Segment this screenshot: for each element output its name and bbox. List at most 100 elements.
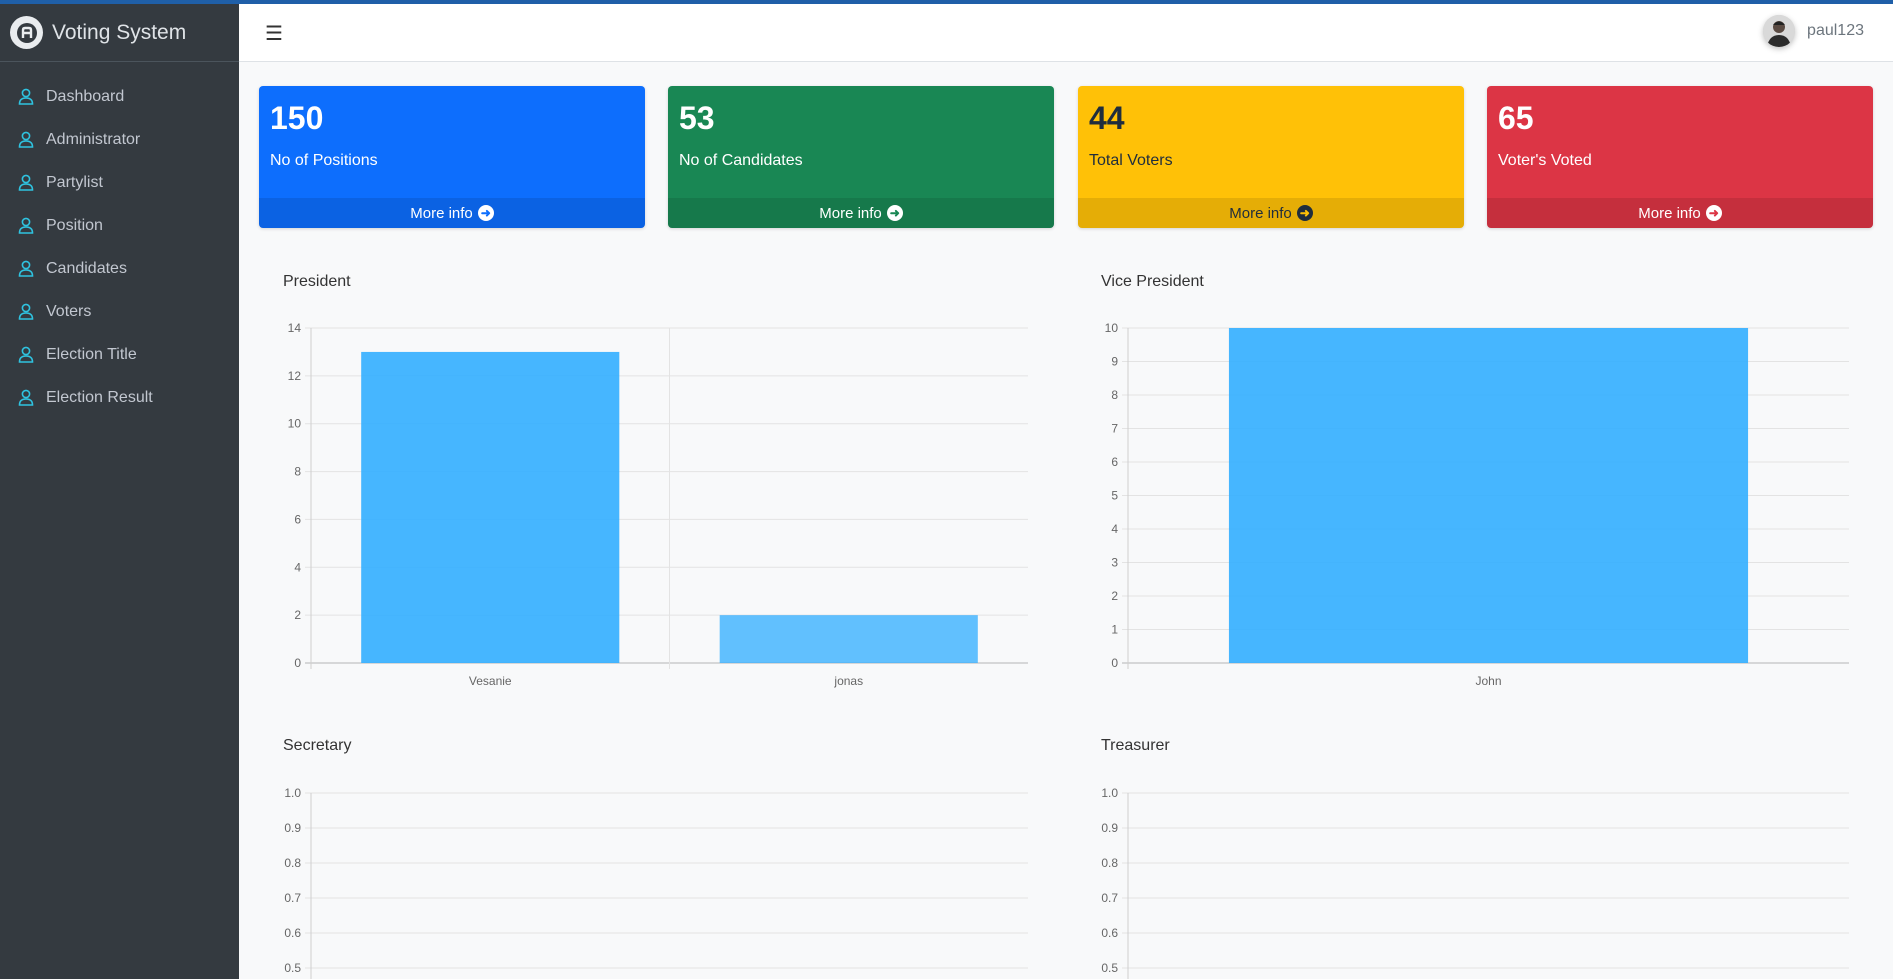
stat-box-total-voters: 44 Total Voters More info ➜ [1078,86,1464,228]
more-info-link[interactable]: More info ➜ [668,198,1054,228]
y-tick-label: 0 [1111,656,1118,670]
sidebar: Voting System Dashboard Administrator Pa… [0,4,239,979]
more-info-link[interactable]: More info ➜ [259,198,645,228]
y-tick-label: 1 [1111,623,1118,637]
sidebar-item-label: Administrator [46,130,141,148]
sidebar-item-dashboard[interactable]: Dashboard [0,75,239,118]
user-icon [18,346,34,363]
y-tick-label: 0.7 [1101,891,1118,905]
y-tick-label: 6 [1111,455,1118,469]
avatar[interactable] [1763,15,1796,47]
bar[interactable] [1228,328,1749,663]
y-tick-label: 12 [288,369,302,383]
chart-title-president: President [283,273,351,290]
president-chart: 0 2 4 6 8 10 12 14 Vesanie jonas [288,321,1028,688]
user-icon [18,174,34,191]
user-icon [18,303,34,320]
more-info-label: More info [1229,204,1292,222]
y-tick-label: 1.0 [284,786,301,800]
y-tick-label: 0.6 [284,926,301,940]
secretary-chart: 0.5 0.6 0.7 0.8 0.9 1.0 [284,786,1028,979]
stat-label: No of Positions [270,152,378,169]
stat-label: No of Candidates [679,152,803,169]
stat-label: Total Voters [1089,152,1173,169]
user-icon [18,260,34,277]
y-tick-label: 0.7 [284,891,301,905]
user-menu[interactable]: paul123 [1763,15,1864,47]
y-tick-label: 10 [288,417,302,431]
y-tick-label: 0.9 [284,821,301,835]
brand-name: Voting System [52,20,187,44]
username: paul123 [1807,22,1864,39]
stat-value: 65 [1498,100,1534,136]
y-tick-label: 6 [294,512,301,526]
brand-logo-icon [10,16,43,49]
sidebar-item-administrator[interactable]: Administrator [0,118,239,161]
arrow-circle-right-icon: ➜ [477,205,494,221]
user-icon [18,131,34,148]
y-tick-label: 5 [1111,489,1118,503]
stat-box-voters-voted: 65 Voter's Voted More info ➜ [1487,86,1873,228]
y-tick-label: 10 [1105,321,1119,335]
sidebar-nav: Dashboard Administrator Partylist Positi… [0,62,239,419]
chart-title-secretary: Secretary [283,737,352,754]
y-tick-label: 0.8 [1101,856,1118,870]
more-info-link[interactable]: More info ➜ [1487,198,1873,228]
x-tick-label: John [1475,674,1501,688]
more-info-label: More info [819,204,882,222]
y-tick-label: 1.0 [1101,786,1118,800]
y-tick-label: 8 [1111,388,1118,402]
y-tick-label: 3 [1111,556,1118,570]
chart-title-treasurer: Treasurer [1101,737,1170,754]
treasurer-chart: 0.5 0.6 0.7 0.8 0.9 1.0 [1101,786,1849,979]
bar[interactable] [719,615,978,663]
y-tick-label: 0.5 [1101,961,1118,975]
user-icon [18,88,34,105]
arrow-circle-right-icon: ➜ [1296,205,1313,221]
user-icon [18,389,34,406]
top-navbar: ☰ paul123 [239,4,1893,62]
bar[interactable] [361,351,620,663]
stat-box-candidates: 53 No of Candidates More info ➜ [668,86,1054,228]
user-icon [18,217,34,234]
sidebar-item-partylist[interactable]: Partylist [0,161,239,204]
chart-title-vice-president: Vice President [1101,273,1204,290]
sidebar-item-candidates[interactable]: Candidates [0,247,239,290]
stat-boxes: 150 No of Positions More info ➜ 53 No of… [239,86,1893,228]
sidebar-item-label: Position [46,216,103,234]
x-tick-label: jonas [833,674,863,688]
sidebar-item-election-result[interactable]: Election Result [0,376,239,419]
y-tick-label: 0.8 [284,856,301,870]
y-tick-label: 4 [1111,522,1118,536]
sidebar-item-election-title[interactable]: Election Title [0,333,239,376]
y-tick-label: 0.6 [1101,926,1118,940]
arrow-circle-right-icon: ➜ [1705,205,1722,221]
y-tick-label: 9 [1111,355,1118,369]
main-content: ☰ paul123 150 No of Positions More info … [239,4,1893,979]
sidebar-item-label: Candidates [46,259,127,277]
vice-president-chart: 0 1 2 3 4 5 6 7 8 9 10 John [1105,321,1849,688]
brand[interactable]: Voting System [0,4,239,62]
y-tick-label: 8 [294,465,301,479]
y-tick-label: 2 [1111,589,1118,603]
arrow-circle-right-icon: ➜ [886,205,903,221]
more-info-link[interactable]: More info ➜ [1078,198,1464,228]
sidebar-item-voters[interactable]: Voters [0,290,239,333]
y-tick-label: 0.9 [1101,821,1118,835]
sidebar-item-label: Election Title [46,345,137,363]
hamburger-icon[interactable]: ☰ [265,21,283,46]
y-tick-label: 4 [294,560,301,574]
more-info-label: More info [410,204,473,222]
y-tick-label: 0.5 [284,961,301,975]
more-info-label: More info [1638,204,1701,222]
sidebar-item-label: Dashboard [46,87,125,105]
sidebar-item-label: Election Result [46,388,153,406]
sidebar-item-label: Voters [46,302,92,320]
y-tick-label: 14 [288,321,302,335]
x-tick-label: Vesanie [469,674,512,688]
sidebar-item-label: Partylist [46,173,103,191]
y-tick-label: 7 [1111,422,1118,436]
sidebar-item-position[interactable]: Position [0,204,239,247]
stat-label: Voter's Voted [1498,152,1592,169]
y-tick-label: 0 [294,656,301,670]
